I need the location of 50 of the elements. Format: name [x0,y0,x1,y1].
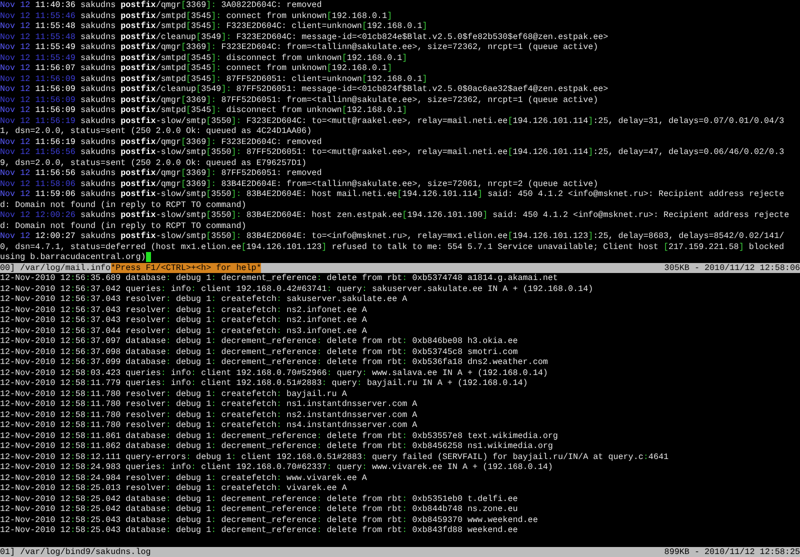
log-line: Nov 12 11:56:56 sakudns postfix/qmgr[3369]: 87FF52D6051: removed [0,168,323,178]
log-line: Nov 12 11:55:48 sakudns postfix/smtpd[3545]: F323E2D604C: client=unknown[192.168.0.1] [0,21,428,32]
log-line: 12-Nov-2010 12:56:37.044 resolver: debug 1: createfetch: ns3.infonet.ee A [0,326,368,336]
log-line: Nov 12 11:40:36 sakudns postfix/qmgr[3369]: 3A0822D604C: removed [0,0,323,10]
log-line: 12-Nov-2010 12:58:11.780 resolver: debug 1: createfetch: ns2.instantdnsserver.com A [0,410,418,420]
log-line: 12-Nov-2010 12:58:24.984 resolver: debug 1: createfetch: www.vivarek.ee A [0,472,368,483]
log-line: 12-Nov-2010 12:58:03.423 queries: info: client 192.168.0.70#52966: query: www.salava.ee IN A + (192.168.0.14) [0,368,549,378]
log-line: 12-Nov-2010 12:56:37.043 resolver: debug 1: createfetch: sakuserver.sakulate.ee A [0,294,408,304]
log-line: 12-Nov-2010 12:58:25.042 database: debug 1: decrement_reference: delete from rbt: 0xb5351eb0 t.delfi.ee [0,494,519,504]
log-line: Nov 12 11:56:09 sakudns postfix/smtpd[3545]: 87FF52D6051: client=unknown[192.168.0.1] [0,74,428,84]
file-path: 01] /var/log/bind9/sakudns.log [0,546,151,557]
log-line: 12-Nov-2010 12:58:11.862 database: debug 1: decrement_reference: delete from rbt: 0xb8456258 ns1.wikimedia.org [0,441,554,452]
log-line: Nov 12 11:55:49 sakudns postfix/qmgr[3369]: F323E2D604C: from=<tallinn@sakulate.ee>, size=72362, nrcpt=1 (queue active) [0,42,600,52]
log-line: 12-Nov-2010 12:58:25.043 database: debug 1: decrement_reference: delete from rbt: 0xb8459370 www.weekend.ee [0,514,539,525]
log-line: 12-Nov-2010 12:56:37.097 database: debug 1: decrement_reference: delete from rbt: 0xb846be08 h3.okia.ee [0,336,519,346]
log-line: Nov 12 11:56:56 sakudns postfix-slow/smtp[3550]: 87FF52D6051: to=<mutt@raakel.ee>, relay=mail.neti.ee[194.126.101.114]:25, delay=47, delays=0.06/46/0.02/0.39, dsn=2.0.0, status=sent (250 2.0.0 Ok: queued as E796257D1) [0,147,786,168]
log-line: 12-Nov-2010 12:58:11.861 database: debug 1: decrement_reference: delete from rbt: 0xb53557e8 text.wikimedia.org [0,430,559,441]
log-line: 12-Nov-2010 12:58:11.779 queries: info: client 192.168.0.51#2883: query: bayjail.ru IN A + (192.168.0.14) [0,378,529,388]
log-line: Nov 12 11:55:49 sakudns postfix/smtpd[3545]: disconnect from unknown[192.168.0.1] [0,52,408,63]
help-hint: *Press F1/<CTRL>+<h> for help* [110,262,262,273]
log-line: Nov 12 11:59:06 sakudns postfix-slow/smtp[3550]: 83B4E2D604E: host mail.neti.ee[194.126.101.114] said: 450 4.1.2 <info@msknet.ru>: Recipient address rejected: Domain not found (in reply to RCPT TO command) [0,189,786,210]
log-line: 12-Nov-2010 12:58:25.013 resolver: debug 1: createfetch: vivarek.ee A [0,483,348,494]
log-line: 12-Nov-2010 12:58:11.780 resolver: debug 1: createfetch: ns1.instantdnsserver.com A [0,399,418,410]
log-line: 12-Nov-2010 12:56:37.043 resolver: debug 1: createfetch: ns2.infonet.ee A [0,304,368,315]
log-line: Nov 12 12:00:27 sakudns postfix-slow/smtp[3550]: 83B4E2D604E: to=<info@msknet.ru>, relay=mx1.elion.ee[194.126.101.123]:25, delay=8683, delays=8542/0.02/141/0, dsn=4.7.1, status=deferred (host mx1.elion.ee[194.126.101.123] refused to talk to me: 554 5.7.1 Service unavailable; Client host [217.159.221.58] blocked using b.barracudacentral.org) [0,231,786,262]
log-line: 12-Nov-2010 12:58:25.043 database: debug 1: decrement_reference: delete from rbt: 0xb843fd88 weekend.ee [0,525,519,536]
log-line: Nov 12 12:00:26 sakudns postfix-slow/smtp[3550]: 83B4E2D604E: host zen.estpak.ee[194.126.101.100] said: 450 4.1.2 <info@msknet.ru>: Recipient address rejected: Domain not found (in reply to RCPT TO command) [0,210,790,231]
log-line: Nov 12 11:55:46 sakudns postfix/smtpd[3545]: connect from unknown[192.168.0.1] [0,10,394,21]
log-line: Nov 12 11:56:09 sakudns postfix/qmgr[3369]: 87FF52D6051: from=<tallinn@sakulate.ee>, size=72362, nrcpt=1 (queue active) [0,94,600,105]
file-info: 305KB - 2010/11/12 12:58:06 [664,262,800,273]
log-line: Nov 12 11:56:09 sakudns postfix/cleanup[3549]: 87FF52D6051: message-id=<01cb824f$Blat.v2.5.0$0ac6ae32$aef4@zen.estpak.ee> [0,84,610,94]
log-line: Nov 12 11:58:06 sakudns postfix/qmgr[3369]: 83B4E2D604E: from=<tallinn@sakulate.ee>, size=72061, nrcpt=2 (queue active) [0,178,600,189]
log-line: 12-Nov-2010 12:58:11.780 resolver: debug 1: createfetch: ns4.instantdnsserver.com A [0,420,418,430]
file-path: 00] /var/log/mail.info [0,262,111,273]
log-line: Nov 12 11:56:19 sakudns postfix-slow/smtp[3550]: F323E2D604C: to=<mutt@raakel.ee>, relay=mail.neti.ee[194.126.101.114]:25, delay=31, delays=0.07/0.01/0.04/31, dsn=2.0.0, status=sent (250 2.0.0 Ok: queued as 4C24D1AA06) [0,116,786,136]
log-line: Nov 12 11:56:19 sakudns postfix/qmgr[3369]: F323E2D604C: removed [0,136,323,147]
log-line: 12-Nov-2010 12:56:35.689 database: debug 1: decrement_reference: delete from rbt: 0xb5374748 a1814.g.akamai.net [0,273,559,284]
log-line: 12-Nov-2010 12:56:37.099 database: debug 1: decrement_reference: delete from rbt: 0xb536fa18 dns2.weather.com [0,357,549,368]
log-line: Nov 12 11:56:09 sakudns postfix/smtpd[3545]: disconnect from unknown[192.168.0.1] [0,105,408,116]
text-cursor [146,252,151,262]
file-info: 899KB - 2010/11/12 12:58:25 [664,546,800,557]
log-line: 12-Nov-2010 12:56:37.042 queries: info: client 192.168.0.42#63741: query: sakuserver.sakulate.ee IN A + (192.168.0.14) [0,284,594,294]
log-line: 12-Nov-2010 12:58:25.042 database: debug 1: decrement_reference: delete from rbt: 0xb844b748 ns.zone.eu [0,504,519,514]
log-line: Nov 12 11:55:48 sakudns postfix/cleanup[3549]: F323E2D604C: message-id=<01cb824e$Blat.v2.5.0$fe82b530$ef68@zen.estpak.ee> [0,32,610,42]
log-line: 12-Nov-2010 12:56:37.098 database: debug 1: decrement_reference: delete from rbt: 0xb53745c8 smotri.com [0,346,519,357]
log-line: Nov 12 11:56:07 sakudns postfix/smtpd[3545]: connect from unknown[192.168.0.1] [0,63,394,74]
log-line: 12-Nov-2010 12:58:24.983 queries: info: client 192.168.0.70#62337: query: www.vivarek.ee IN A + (192.168.0.14) [0,462,554,472]
log-line: 12-Nov-2010 12:58:12.111 query-errors: debug 1: client 192.168.0.51#2883: query failed (SERVFAIL) for bayjail.ru/IN/A at query.c:4641 [0,452,670,462]
log-line: 12-Nov-2010 12:58:11.780 resolver: debug 1: createfetch: bayjail.ru A [0,388,348,399]
log-line: 12-Nov-2010 12:56:37.043 resolver: debug 1: createfetch: ns2.infonet.ee A [0,315,368,326]
